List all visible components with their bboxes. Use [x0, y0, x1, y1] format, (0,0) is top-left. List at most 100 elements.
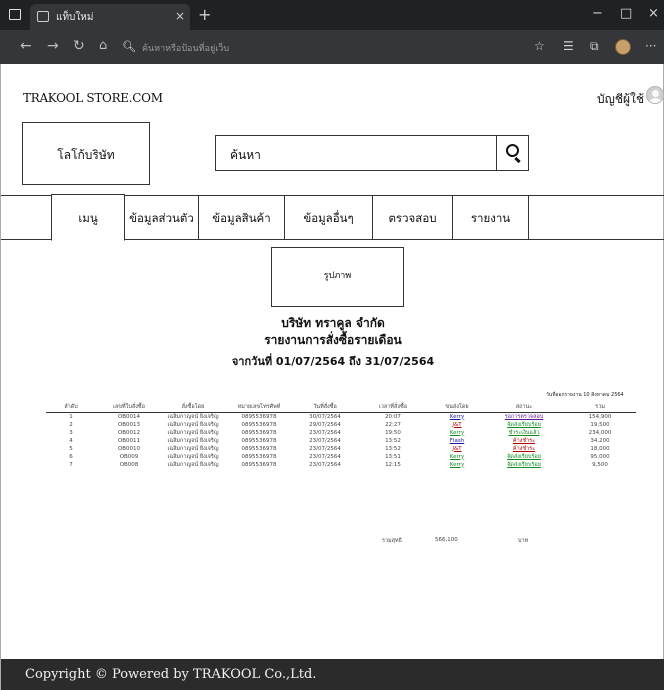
- cell-phone: 0895536978: [241, 445, 277, 452]
- more-options-icon[interactable]: ···: [645, 39, 656, 53]
- cell-time: 22:27: [385, 421, 401, 428]
- cell-total: 95,000: [590, 453, 610, 460]
- cell-no: 2: [69, 421, 73, 428]
- menu-tab-other-info[interactable]: ข้อมูลอื่นๆ: [285, 196, 373, 240]
- status-link[interactable]: ค้างชำระ: [484, 445, 564, 453]
- company-logo-placeholder[interactable]: โลโก้บริษัท: [22, 122, 150, 185]
- cell-order: OB009: [119, 453, 139, 460]
- cell-phone: 0895536978: [241, 461, 277, 468]
- browser-titlebar: แท็บใหม่ × + − □ ×: [0, 0, 664, 30]
- tab-title: แท็บใหม่: [56, 12, 94, 23]
- refresh-icon[interactable]: ↻: [73, 38, 85, 54]
- cell-order: OB0014: [117, 413, 141, 420]
- cell-no: 4: [69, 437, 73, 444]
- minimize-button[interactable]: −: [592, 6, 603, 21]
- new-tab-button[interactable]: +: [198, 5, 211, 24]
- status-link[interactable]: ค้างชำระ: [484, 437, 564, 445]
- table-row: 5 OB0010 เฉลิมกาญจน์ ยิ่งเจริญ 089553697…: [46, 445, 636, 453]
- browser-tab[interactable]: แท็บใหม่ ×: [30, 4, 190, 30]
- cell-date: 23/07/2564: [309, 461, 341, 468]
- status-link[interactable]: จัดส่งเรียบร้อย: [484, 461, 564, 469]
- cell-total: 19,500: [590, 421, 610, 428]
- cell-buyer: เฉลิมกาญจน์ ยิ่งเจริญ: [167, 413, 219, 420]
- column-header: เวลาที่สั่งซื้อ: [356, 402, 430, 413]
- menu-tab-product-info[interactable]: ข้อมูลสินค้า: [199, 196, 285, 240]
- copyright-text: Copyright © Powered by TRAKOOL Co.,Ltd.: [25, 667, 317, 682]
- cell-order: OB0013: [117, 421, 141, 428]
- cell-total: 18,000: [590, 445, 610, 452]
- cell-buyer: เฉลิมกาญจน์ ยิ่งเจริญ: [167, 453, 219, 460]
- address-placeholder: ค้นหาหรือป้อนที่อยู่เว็บ: [142, 44, 230, 54]
- status-link[interactable]: จัดส่งเรียบร้อย: [484, 421, 564, 429]
- account-icon[interactable]: [646, 86, 664, 104]
- report-title: รายงานการสั่งซื้อรายเดือน: [264, 333, 402, 347]
- cell-no: 5: [69, 445, 73, 452]
- cell-date: 23/07/2564: [309, 437, 341, 444]
- page-footer: Copyright © Powered by TRAKOOL Co.,Ltd.: [1, 659, 664, 690]
- cell-phone: 0895536978: [241, 413, 277, 420]
- cell-date: 29/07/2564: [309, 421, 341, 428]
- cell-buyer: เฉลิมกาญจน์ ยิ่งเจริญ: [167, 437, 219, 444]
- search-button[interactable]: [496, 136, 529, 170]
- carrier-link[interactable]: J&T: [430, 445, 484, 453]
- carrier-link[interactable]: Flash: [430, 437, 484, 445]
- address-bar[interactable]: 🔍︎ ค้นหาหรือป้อนที่อยู่เว็บ: [110, 35, 550, 59]
- carrier-link[interactable]: Kerry: [430, 412, 484, 421]
- carrier-link[interactable]: Kerry: [430, 453, 484, 461]
- search-input[interactable]: ค้นหา: [230, 146, 261, 165]
- window-menu-icon[interactable]: [9, 9, 21, 20]
- profile-avatar[interactable]: [615, 39, 631, 55]
- menu-tab-inspect[interactable]: ตรวจสอบ: [373, 196, 453, 240]
- menu-tab-report[interactable]: รายงาน: [453, 196, 529, 240]
- cell-no: 3: [69, 429, 73, 436]
- cell-total: 9,500: [592, 461, 608, 468]
- table-row: 2 OB0013 เฉลิมกาญจน์ ยิ่งเจริญ 089553697…: [46, 421, 636, 429]
- table-row: 3 OB0012 เฉลิมกาญจน์ ยิ่งเจริญ 089553697…: [46, 429, 636, 437]
- account-label[interactable]: บัญชีผู้ใช้: [597, 90, 644, 109]
- menu-tab-personal-info[interactable]: ข้อมูลส่วนตัว: [125, 196, 199, 240]
- favorite-star-icon[interactable]: ☆: [534, 39, 545, 53]
- report-table: ลำดับ เลขที่ใบสั่งซื้อ สั่งซื้อโดย หมายเ…: [46, 402, 636, 469]
- status-link[interactable]: รอการตรวจสอบ: [484, 412, 564, 421]
- cell-buyer: เฉลิมกาญจน์ ยิ่งเจริญ: [167, 421, 219, 428]
- close-tab-icon[interactable]: ×: [175, 9, 185, 23]
- carrier-link[interactable]: Kerry: [430, 461, 484, 469]
- total-value: 566,100: [435, 537, 458, 543]
- cell-order: OB0011: [117, 437, 141, 444]
- search-box[interactable]: ค้นหา: [215, 135, 529, 171]
- status-link[interactable]: ชำระเงินแล้ว: [484, 429, 564, 437]
- carrier-link[interactable]: Kerry: [430, 429, 484, 437]
- store-name[interactable]: TRAKOOL STORE.COM: [23, 91, 163, 105]
- cell-buyer: เฉลิมกาญจน์ ยิ่งเจริญ: [167, 429, 219, 436]
- back-arrow-icon[interactable]: ←: [20, 38, 32, 54]
- report-date-range: จากวันที่ 01/07/2564 ถึง 31/07/2564: [231, 355, 435, 368]
- cell-order: OB0010: [117, 445, 141, 452]
- table-row: 1 OB0014 เฉลิมกาญจน์ ยิ่งเจริญ 089553697…: [46, 412, 636, 421]
- table-row: 7 OB008 เฉลิมกาญจน์ ยิ่งเจริญ 0895536978…: [46, 461, 636, 469]
- column-header: รวม: [564, 402, 636, 413]
- cell-total: 154,900: [588, 413, 612, 420]
- maximize-button[interactable]: □: [620, 6, 632, 21]
- carrier-link[interactable]: J&T: [430, 421, 484, 429]
- menu-tab-menu[interactable]: เมนู: [51, 194, 125, 241]
- cell-no: 7: [69, 461, 73, 468]
- table-header-row: ลำดับ เลขที่ใบสั่งซื้อ สั่งซื้อโดย หมายเ…: [46, 402, 636, 413]
- cell-no: 1: [69, 413, 73, 420]
- cell-total: 234,000: [588, 429, 612, 436]
- logo-label: โลโก้บริษัท: [57, 148, 115, 162]
- status-link[interactable]: จัดส่งเรียบร้อย: [484, 453, 564, 461]
- cell-time: 12:15: [385, 461, 401, 468]
- search-icon: 🔍︎: [122, 40, 136, 53]
- column-header: ลำดับ: [46, 402, 96, 413]
- web-page: TRAKOOL STORE.COM บัญชีผู้ใช้ โลโก้บริษั…: [0, 64, 664, 690]
- home-icon[interactable]: ⌂: [99, 38, 107, 53]
- column-header: ขนส่งโดย: [430, 402, 484, 413]
- cell-buyer: เฉลิมกาญจน์ ยิ่งเจริญ: [167, 445, 219, 452]
- cell-order: OB008: [119, 461, 139, 468]
- close-window-button[interactable]: ×: [648, 6, 659, 21]
- browser-toolbar: ← → ↻ ⌂ 🔍︎ ค้นหาหรือป้อนที่อยู่เว็บ ☆ ☰ …: [0, 30, 664, 64]
- image-label: รูปภาพ: [323, 271, 352, 281]
- collections-icon[interactable]: ⧉: [590, 39, 599, 54]
- forward-arrow-icon[interactable]: →: [47, 38, 59, 54]
- favorites-list-icon[interactable]: ☰: [563, 39, 574, 53]
